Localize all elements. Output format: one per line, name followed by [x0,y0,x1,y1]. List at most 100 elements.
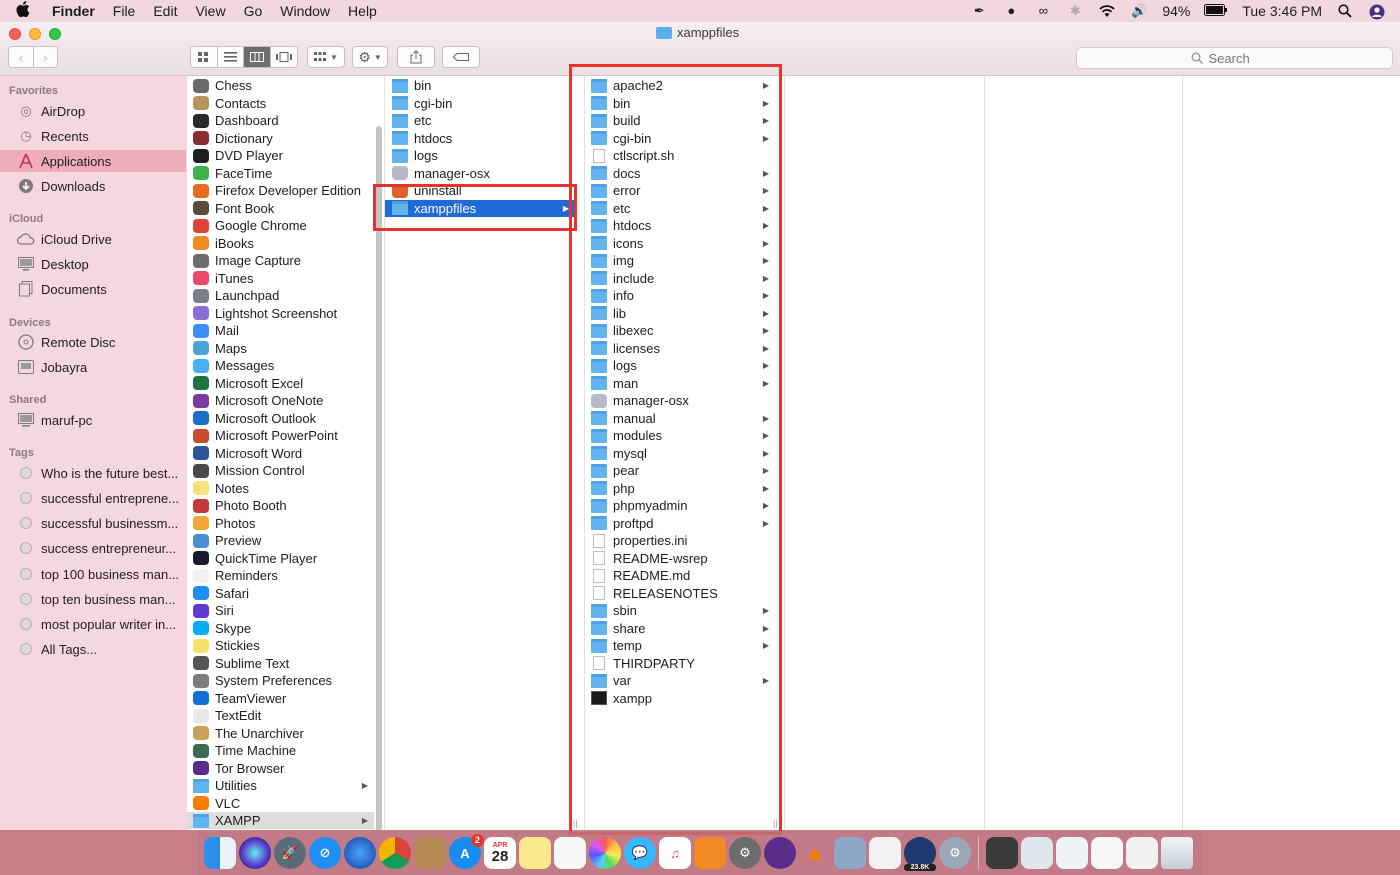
creative-cloud-icon[interactable]: ∞ [1034,4,1052,18]
edit-tags-button[interactable] [442,46,480,68]
application-item[interactable]: Firefox Developer Edition [187,182,374,199]
application-item[interactable]: DVD Player [187,147,374,164]
sidebar-tag-item[interactable]: successful entreprene... [0,487,186,509]
application-item[interactable]: Lightshot Screenshot [187,305,374,322]
wifi-icon[interactable] [1098,4,1116,18]
file-item[interactable]: bin ▶ [585,95,775,112]
minimize-window-button[interactable] [29,28,41,40]
zoom-window-button[interactable] [49,28,61,40]
file-item[interactable]: htdocs ▶ [585,217,775,234]
battery-icon[interactable] [1204,4,1228,18]
menu-file[interactable]: File [113,3,136,19]
application-item[interactable]: Contacts [187,95,374,112]
column-resize-handle[interactable]: || [573,818,578,828]
file-item[interactable]: etc [385,112,575,129]
file-item[interactable]: THIRDPARTY [585,655,775,672]
sidebar-tag-item[interactable]: successful businessm... [0,512,186,534]
file-item[interactable]: build ▶ [585,112,775,129]
file-item[interactable]: properties.ini [585,532,775,549]
application-item[interactable]: iTunes [187,270,374,287]
file-item[interactable]: ctlscript.sh [585,147,775,164]
minimized-window-dock-icon[interactable] [1126,837,1158,869]
application-item[interactable]: Sublime Text [187,655,374,672]
application-item[interactable]: Photo Booth [187,497,374,514]
finder-dock-icon[interactable] [204,837,236,869]
itunes-dock-icon[interactable]: ♫ [659,837,691,869]
sidebar-tag-item[interactable]: top ten business man... [0,588,186,610]
disk-utility-dock-icon[interactable]: ⚙ [939,837,971,869]
file-item[interactable]: var ▶ [585,672,775,689]
gallery-view-button[interactable] [271,47,297,67]
file-item[interactable]: modules ▶ [585,427,775,444]
sidebar-item-recents[interactable]: ◷ Recents [0,125,186,147]
application-item[interactable]: Mail [187,322,374,339]
reminders-dock-icon[interactable] [554,837,586,869]
application-item[interactable]: Chess [187,77,374,94]
application-item[interactable]: Microsoft Excel [187,375,374,392]
back-button[interactable]: ‹ [9,47,34,67]
application-item[interactable]: Microsoft OneNote [187,392,374,409]
contacts-dock-icon[interactable] [414,837,446,869]
application-item[interactable]: FaceTime [187,165,374,182]
menu-edit[interactable]: Edit [153,3,177,19]
tor-browser-dock-icon[interactable] [764,837,796,869]
application-item[interactable]: Dictionary [187,130,374,147]
file-item[interactable]: mysql ▶ [585,445,775,462]
application-item[interactable]: Microsoft PowerPoint [187,427,374,444]
file-item[interactable]: xampp [585,690,775,707]
application-item[interactable]: Preview [187,532,374,549]
application-item[interactable]: Notes [187,480,374,497]
file-item[interactable]: xamppfiles ▶ [385,199,575,217]
sidebar-item-jobayra[interactable]: Jobayra [0,356,186,378]
file-item[interactable]: proftpd ▶ [585,515,775,532]
siri-dock-icon[interactable] [239,837,271,869]
application-item[interactable]: Skype [187,620,374,637]
sidebar-tag-item[interactable]: Who is the future best... [0,462,186,484]
photos-dock-icon[interactable] [589,837,621,869]
file-item[interactable]: bin [385,77,575,94]
messages-dock-icon[interactable]: 💬 [624,837,656,869]
minimized-window-dock-icon[interactable] [1056,837,1088,869]
battery-percent[interactable]: 94% [1162,3,1190,19]
application-item[interactable]: Dashboard [187,112,374,129]
file-item[interactable]: cgi-bin [385,95,575,112]
file-item[interactable]: phpmyadmin ▶ [585,497,775,514]
feather-icon[interactable]: ✒ [970,4,988,18]
column-view-button[interactable] [244,47,271,67]
search-input[interactable] [1208,50,1279,66]
application-item[interactable]: Stickies [187,637,374,654]
search-field[interactable] [1076,47,1393,69]
sidebar-item-icloud-drive[interactable]: iCloud Drive [0,228,186,250]
ibooks-dock-icon[interactable] [694,837,726,869]
application-item[interactable]: Image Capture [187,252,374,269]
sidebar-item-remote-disc[interactable]: Remote Disc [0,331,186,353]
image-capture-dock-icon[interactable] [834,837,866,869]
network-speed-dock-icon[interactable]: 23.8K [904,837,936,871]
notes-dock-icon[interactable] [519,837,551,869]
sidebar-item-desktop[interactable]: Desktop [0,253,186,275]
application-item[interactable]: QuickTime Player [187,550,374,567]
file-item[interactable]: htdocs [385,130,575,147]
application-item[interactable]: System Preferences [187,672,374,689]
icon-view-button[interactable] [191,47,218,67]
minimized-window-dock-icon[interactable] [1021,837,1053,869]
menu-view[interactable]: View [195,3,225,19]
sidebar-tag-item[interactable]: most popular writer in... [0,613,186,635]
firefox-dock-icon[interactable] [344,837,376,869]
sidebar-item-maruf-pc[interactable]: maruf-pc [0,409,186,431]
file-item[interactable]: temp ▶ [585,637,775,654]
group-by-button[interactable]: ▼ [307,46,345,68]
safari-dock-icon[interactable]: ⊘ [309,837,341,869]
file-item[interactable]: sbin ▶ [585,602,775,619]
file-item[interactable]: uninstall [385,182,575,199]
file-item[interactable]: manual ▶ [585,410,775,427]
menu-go[interactable]: Go [244,3,263,19]
file-item[interactable]: error ▶ [585,182,775,199]
share-button[interactable] [397,46,435,68]
application-item[interactable]: Photos [187,515,374,532]
column-scrollbar[interactable] [376,126,382,830]
file-item[interactable]: php ▶ [585,480,775,497]
application-item[interactable]: Messages [187,357,374,374]
action-gear-button[interactable]: ⚙ ▼ [352,46,388,68]
file-item[interactable]: lib ▶ [585,305,775,322]
